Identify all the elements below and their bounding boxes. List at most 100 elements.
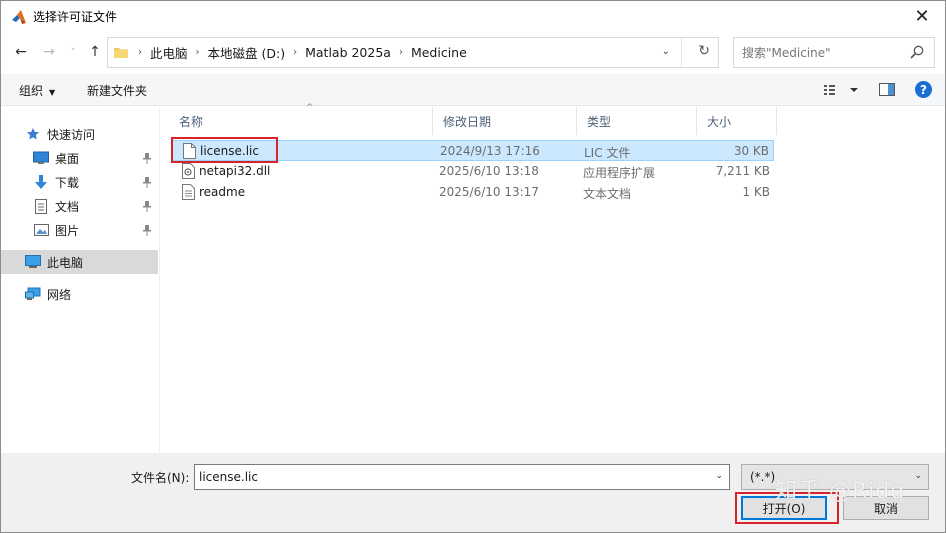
file-size: 30 KB <box>733 144 769 158</box>
column-header-date[interactable]: 修改日期 <box>433 107 577 135</box>
file-list: 名称 ^ 修改日期 类型 大小 license.lic 2024/9/13 17… <box>161 103 945 453</box>
pin-icon[interactable] <box>142 200 152 212</box>
file-type-filter[interactable]: (*.*) ⌄ <box>741 464 929 490</box>
new-folder-button[interactable]: 新建文件夹 <box>87 82 147 99</box>
search-box[interactable] <box>733 37 935 68</box>
matlab-icon <box>12 9 26 24</box>
title-bar: 选择许可证文件 ✕ <box>1 1 945 32</box>
up-arrow-icon: ↑ <box>89 44 101 60</box>
recent-locations-button[interactable]: ˅ <box>63 42 83 62</box>
sidebar-item-label: 桌面 <box>55 151 80 166</box>
annotation-highlight-file <box>171 137 278 163</box>
address-dropdown-icon[interactable]: ⌄ <box>662 46 670 57</box>
file-size: 1 KB <box>742 185 770 199</box>
sidebar-item-documents[interactable]: 文档 <box>1 194 158 218</box>
chevron-down-icon: ⌄ <box>914 471 922 481</box>
file-type: 应用程序扩展 <box>583 166 656 180</box>
breadcrumb-medicine[interactable]: Medicine <box>411 45 467 60</box>
dll-file-icon <box>182 163 195 179</box>
star-icon <box>25 126 41 142</box>
file-row-netapi32[interactable]: netapi32.dll 2025/6/10 13:18 应用程序扩展 7,21… <box>171 161 774 182</box>
column-header-name[interactable]: 名称 ^ <box>169 103 433 135</box>
sidebar-item-label: 此电脑 <box>47 255 84 270</box>
cancel-button[interactable]: 取消 <box>843 496 929 520</box>
preview-pane-icon[interactable] <box>879 83 895 96</box>
file-type: LIC 文件 <box>584 146 631 160</box>
file-name: readme <box>199 185 246 199</box>
sidebar-item-quick-access[interactable]: 快速访问 <box>1 122 158 146</box>
help-button[interactable]: ? <box>915 81 932 98</box>
sidebar-item-downloads[interactable]: 下载 <box>1 170 158 194</box>
up-button[interactable]: ↑ <box>85 42 105 62</box>
file-date: 2025/6/10 13:18 <box>439 164 539 178</box>
column-header-label: 类型 <box>587 114 612 129</box>
address-row: ← → ˅ ↑ › 此电脑 › 本地磁盘 (D:) › Matlab 2025a… <box>1 34 945 70</box>
file-name: netapi32.dll <box>199 164 271 178</box>
download-icon <box>33 174 49 190</box>
breadcrumb-separator[interactable]: › <box>399 47 403 58</box>
sidebar-item-this-pc[interactable]: 此电脑 <box>1 250 158 274</box>
search-input[interactable] <box>742 45 912 60</box>
desktop-icon <box>33 150 49 166</box>
sidebar-item-label: 下载 <box>55 175 80 190</box>
column-header-label: 修改日期 <box>443 114 492 129</box>
file-date: 2024/9/13 17:16 <box>440 144 540 158</box>
view-options-icon[interactable] <box>823 82 859 98</box>
sidebar-item-label: 网络 <box>47 287 72 302</box>
sidebar-item-desktop[interactable]: 桌面 <box>1 146 158 170</box>
address-divider <box>681 38 682 67</box>
sidebar-item-label: 图片 <box>55 223 80 238</box>
filter-value: (*.*) <box>750 470 776 484</box>
organize-button[interactable]: 组织 ▼ <box>19 82 55 99</box>
sidebar-item-network[interactable]: 网络 <box>1 282 158 306</box>
file-dialog-window: 选择许可证文件 ✕ ← → ˅ ↑ › 此电脑 › 本地磁盘 (D:) › Ma… <box>0 0 946 533</box>
document-icon <box>33 198 49 214</box>
sidebar-item-pictures[interactable]: 图片 <box>1 218 158 242</box>
sort-ascending-icon: ^ <box>306 103 314 113</box>
computer-icon <box>25 254 41 270</box>
caret-down-icon: ▼ <box>49 88 56 97</box>
refresh-icon[interactable]: ↻ <box>698 43 710 59</box>
column-header-label: 大小 <box>707 114 732 129</box>
chevron-down-icon: ˅ <box>70 45 76 59</box>
close-button[interactable]: ✕ <box>899 1 945 32</box>
command-bar: 组织 ▼ 新建文件夹 ? <box>1 74 945 106</box>
breadcrumb-local-disk[interactable]: 本地磁盘 (D:) <box>208 43 286 62</box>
organize-label: 组织 <box>19 84 44 98</box>
breadcrumb-separator: › <box>138 47 142 58</box>
pin-icon[interactable] <box>142 152 152 164</box>
filename-input[interactable] <box>199 470 699 484</box>
close-icon: ✕ <box>914 6 930 27</box>
chevron-down-icon[interactable]: ⌄ <box>715 471 723 481</box>
forward-arrow-icon: → <box>43 44 55 60</box>
breadcrumb-matlab[interactable]: Matlab 2025a <box>305 45 391 60</box>
dialog-footer: 文件名(N): ⌄ (*.*) ⌄ 打开(O) 取消 知乎 @Ridq <box>1 453 945 532</box>
breadcrumb-this-pc[interactable]: 此电脑 <box>150 43 188 62</box>
picture-icon <box>33 222 49 238</box>
back-arrow-icon: ← <box>15 44 27 60</box>
filename-label: 文件名(N): <box>131 471 190 485</box>
pane-divider[interactable] <box>159 107 160 453</box>
window-title: 选择许可证文件 <box>33 10 118 24</box>
column-header-label: 名称 <box>179 114 204 129</box>
file-type: 文本文档 <box>583 187 632 201</box>
pin-icon[interactable] <box>142 224 152 236</box>
address-bar[interactable]: › 此电脑 › 本地磁盘 (D:) › Matlab 2025a › Medic… <box>107 37 719 68</box>
breadcrumb-separator[interactable]: › <box>196 47 200 58</box>
folder-icon <box>114 48 128 58</box>
text-file-icon <box>182 184 195 200</box>
back-button[interactable]: ← <box>11 42 31 62</box>
file-size: 7,211 KB <box>715 164 770 178</box>
network-icon <box>25 286 41 302</box>
navigation-pane: 快速访问 桌面 下载 文档 图片 此电脑 网络 <box>1 107 159 453</box>
sidebar-item-label: 快速访问 <box>47 127 96 142</box>
column-header-type[interactable]: 类型 <box>577 107 697 135</box>
file-date: 2025/6/10 13:17 <box>439 185 539 199</box>
sidebar-item-label: 文档 <box>55 199 80 214</box>
filename-combobox[interactable]: ⌄ <box>194 464 730 490</box>
file-row-readme[interactable]: readme 2025/6/10 13:17 文本文档 1 KB <box>171 182 774 203</box>
forward-button[interactable]: → <box>39 42 59 62</box>
breadcrumb-separator[interactable]: › <box>293 47 297 58</box>
column-header-size[interactable]: 大小 <box>697 107 777 135</box>
pin-icon[interactable] <box>142 176 152 188</box>
